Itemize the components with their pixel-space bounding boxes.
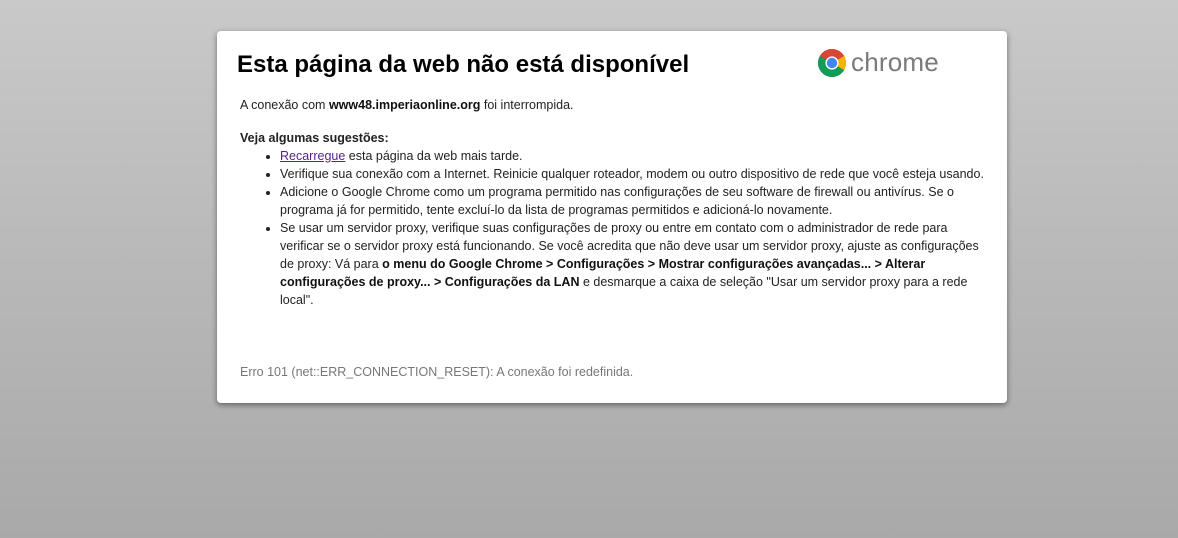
reload-link[interactable]: Recarregue bbox=[280, 149, 345, 163]
suggestions-heading: Veja algumas sugestões: bbox=[240, 131, 389, 145]
error-code: Erro 101 (net::ERR_CONNECTION_RESET): A … bbox=[240, 365, 634, 379]
chrome-logo-text: chrome bbox=[851, 47, 939, 77]
error-card: Esta página da web não está disponível c… bbox=[217, 31, 1007, 403]
suggestion-reload: Recarregue esta página da web mais tarde… bbox=[280, 147, 985, 165]
check-connection-text: Verifique sua conexão com a Internet. Re… bbox=[280, 167, 984, 181]
chrome-logo-icon bbox=[818, 48, 846, 77]
reload-text: esta página da web mais tarde. bbox=[345, 149, 523, 163]
suggestion-check-connection: Verifique sua conexão com a Internet. Re… bbox=[280, 165, 985, 183]
suggestion-firewall: Adicione o Google Chrome como um program… bbox=[280, 183, 985, 219]
suggestions-list: Recarregue esta página da web mais tarde… bbox=[240, 147, 985, 309]
suggestion-proxy: Se usar um servidor proxy, verifique sua… bbox=[280, 219, 985, 309]
connection-prefix: A conexão com bbox=[240, 98, 329, 112]
error-details: A conexão com www48.imperiaonline.org fo… bbox=[240, 96, 985, 309]
chrome-logo: chrome bbox=[817, 47, 939, 78]
page-title: Esta página da web não está disponível bbox=[237, 51, 690, 78]
connection-suffix: foi interrompida. bbox=[480, 98, 574, 112]
firewall-text: Adicione o Google Chrome como um program… bbox=[280, 185, 954, 217]
connection-message: A conexão com www48.imperiaonline.org fo… bbox=[240, 96, 985, 114]
host-name: www48.imperiaonline.org bbox=[328, 98, 481, 112]
